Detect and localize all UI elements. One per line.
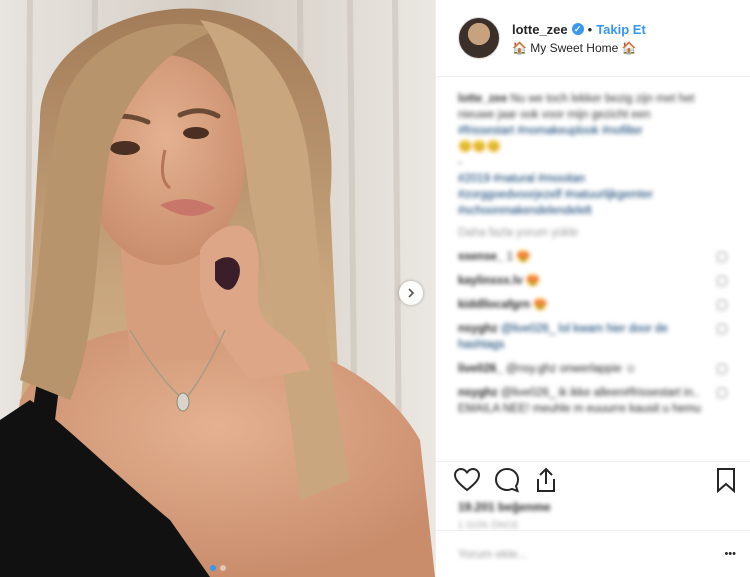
comment-username[interactable]: nsyghz (458, 387, 498, 399)
post-sidebar: lotte_zee ✓ • Takip Et 🏠 My Sweet Home 🏠… (435, 0, 750, 577)
caption-hashtags[interactable]: #schoonmakendelendelelt (458, 205, 592, 217)
comment-username[interactable]: live026_ (458, 363, 503, 375)
comment-row: kaylinxxx.lv 😍 (458, 273, 728, 289)
next-image-button[interactable] (399, 281, 423, 305)
add-comment-input[interactable]: Yorum ekle... (458, 547, 724, 561)
comment-text: @nsy.ghz onwerlappie ☺ (505, 363, 637, 375)
comment-text: 😍 (533, 299, 548, 311)
likes-count[interactable]: 19.201 beğenme (436, 498, 750, 514)
comments-section: lotte_zee Nu we toch lekker bezig zijn m… (436, 77, 750, 461)
comment-row: kiddllocafgrn 😍 (458, 297, 728, 313)
comment-text: 😍 (525, 275, 541, 287)
chevron-right-icon (408, 288, 415, 298)
post-caption: lotte_zee Nu we toch lekker bezig zijn m… (458, 91, 728, 219)
caption-dash: - (458, 157, 462, 169)
comment-like-icon[interactable] (716, 251, 728, 263)
comment-username[interactable]: kaylinxxx.lv (458, 275, 523, 287)
caption-emojis: 😊😊😊 (458, 141, 501, 153)
comment-like-icon[interactable] (716, 323, 728, 335)
comment-username[interactable]: ssense_ (458, 251, 503, 263)
comment-username[interactable]: nsyghz (458, 323, 498, 335)
comment-like-icon[interactable] (716, 275, 728, 287)
post-date: 1 gün önce (458, 520, 520, 530)
comment-text: 1 😍 (506, 251, 531, 263)
carousel-dot (209, 565, 216, 571)
follow-button[interactable]: Takip Et (596, 22, 646, 37)
load-more-comments-button[interactable]: Daha fazla yorum yükle (458, 227, 728, 239)
comment-like-icon[interactable] (716, 363, 728, 375)
username-link[interactable]: lotte_zee (512, 22, 568, 37)
comment-row: live026_ @nsy.ghz onwerlappie ☺ (458, 361, 728, 377)
caption-hashtags[interactable]: #zorggoedvoorjezelf #natuurlijkgemter (458, 189, 653, 201)
carousel-indicator (0, 565, 435, 571)
comment-row: nsyghz @live026_ ik ikke alleen#frissest… (458, 385, 728, 417)
post-header: lotte_zee ✓ • Takip Et 🏠 My Sweet Home 🏠 (436, 0, 750, 77)
location-link[interactable]: 🏠 My Sweet Home 🏠 (512, 41, 646, 55)
bookmark-icon[interactable] (716, 467, 736, 493)
verified-badge-icon: ✓ (571, 23, 584, 35)
post-actions (436, 461, 750, 498)
post-image[interactable] (0, 0, 435, 577)
separator-dot: • (587, 21, 593, 37)
heart-icon[interactable] (454, 468, 480, 492)
comment-like-icon[interactable] (716, 387, 728, 399)
avatar[interactable] (458, 17, 500, 59)
add-comment-bar: Yorum ekle... ••• (436, 530, 750, 577)
comment-username[interactable]: kiddllocafgrn (458, 299, 530, 311)
share-icon[interactable] (534, 467, 558, 493)
comment-icon[interactable] (494, 467, 520, 493)
selfie-photo (0, 0, 435, 577)
comment-row: nsyghz @live026_ lol kwam hier door de h… (458, 321, 728, 353)
caption-hashtags[interactable]: #frissestart #nomakeuplook #nofilter (458, 125, 643, 137)
carousel-dot (219, 565, 226, 571)
caption-username[interactable]: lotte_zee (458, 93, 507, 105)
comment-row: ssense_ 1 😍 (458, 249, 728, 265)
post-modal: lotte_zee ✓ • Takip Et 🏠 My Sweet Home 🏠… (0, 0, 750, 577)
more-options-icon[interactable]: ••• (724, 548, 736, 560)
caption-hashtags[interactable]: #2019 #natural #mooitan (458, 173, 585, 185)
comment-like-icon[interactable] (716, 299, 728, 311)
